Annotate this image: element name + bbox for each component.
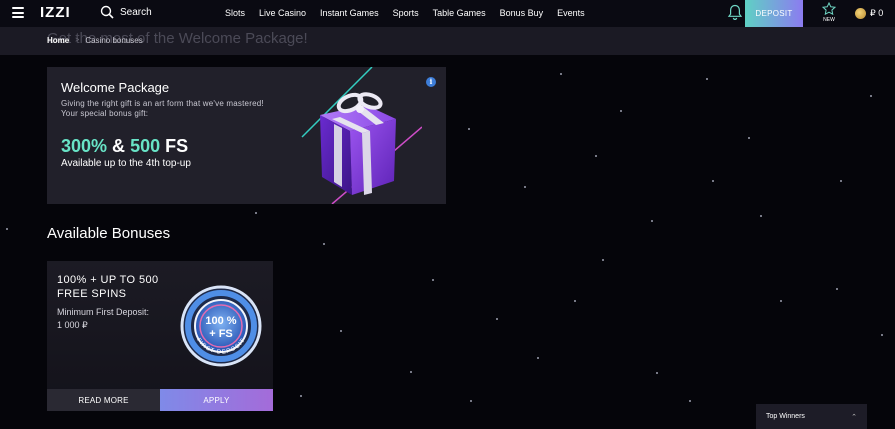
offer-fs: FS [160, 136, 189, 156]
star-dot [537, 357, 539, 359]
bonus-card-actions: READ MORE APPLY [47, 389, 273, 411]
breadcrumb-current: Casino bonuses [85, 36, 143, 45]
breadcrumb-home-link[interactable]: Home [47, 36, 69, 45]
coin-icon [855, 8, 866, 19]
bonus-min-deposit: Minimum First Deposit: 1 000 ₽ [57, 306, 177, 332]
nav-item-bonus-buy[interactable]: Bonus Buy [500, 8, 544, 18]
star-dot [468, 128, 470, 130]
site-logo[interactable]: IZZI [40, 4, 71, 21]
star-dot [651, 220, 653, 222]
welcome-description-line: Giving the right gift is an art form tha… [61, 99, 264, 108]
star-dot [595, 155, 597, 157]
star-dot [560, 73, 562, 75]
breadcrumb-separator: > [75, 37, 80, 44]
star-dot [340, 330, 342, 332]
main-nav: Slots Live Casino Instant Games Sports T… [225, 8, 599, 18]
star-dot [574, 300, 576, 302]
star-dot [689, 400, 691, 402]
badge-text-bottom: + FS [209, 328, 233, 340]
star-dot [410, 371, 412, 373]
offer-free-spins-count: 500 [130, 136, 161, 156]
offer-and: & [107, 136, 131, 156]
star-dot [840, 180, 842, 182]
nav-item-instant-games[interactable]: Instant Games [320, 8, 379, 18]
deposit-button[interactable]: DEPOSIT [745, 0, 803, 27]
available-bonuses-heading: Available Bonuses [47, 225, 171, 242]
badge-text-top: 100 % [205, 315, 236, 327]
new-label: NEW [823, 17, 835, 23]
chevron-up-icon: ⌃ [851, 413, 857, 421]
star-dot [712, 180, 714, 182]
star-dot [870, 95, 872, 97]
balance-value: ₽ 0 [870, 8, 884, 18]
star-dot [323, 243, 325, 245]
apply-button[interactable]: APPLY [160, 389, 273, 411]
gift-box-illustration [301, 67, 422, 204]
star-dot [881, 334, 883, 336]
read-more-button[interactable]: READ MORE [47, 389, 160, 411]
info-icon[interactable]: i [426, 77, 436, 87]
min-deposit-label: Minimum First Deposit: [57, 307, 150, 317]
bonus-card: 100% + UP TO 500 FREE SPINS Minimum Firs… [47, 261, 273, 411]
star-dot [6, 228, 8, 230]
search-icon [100, 5, 114, 19]
breadcrumb: Home > Casino bonuses [47, 36, 143, 45]
search-button[interactable]: Search [100, 5, 152, 19]
star-dot [620, 110, 622, 112]
bonus-card-title: 100% + UP TO 500 FREE SPINS [57, 274, 159, 300]
nav-item-sports[interactable]: Sports [393, 8, 419, 18]
welcome-availability: Available up to the 4th top-up [61, 158, 191, 169]
star-dot [780, 300, 782, 302]
top-winners-toggle[interactable]: Top Winners ⌃ [756, 404, 867, 429]
offer-percent: 300% [61, 136, 108, 156]
star-dot [524, 186, 526, 188]
search-label: Search [120, 6, 152, 18]
star-dot [602, 259, 604, 261]
min-deposit-value: 1 000 ₽ [57, 320, 88, 330]
welcome-offer-headline: 300% & 500 FS [61, 136, 188, 157]
menu-hamburger-icon[interactable] [12, 7, 24, 18]
top-header: IZZI Search Slots Live Casino Instant Ga… [0, 0, 895, 27]
new-games-button[interactable]: NEW [818, 2, 840, 23]
star-dot [656, 372, 658, 374]
welcome-description-line: Your special bonus gift: [61, 109, 149, 118]
star-dot [432, 279, 434, 281]
star-dot [836, 288, 838, 290]
balance-display[interactable]: ₽ 0 [855, 8, 883, 19]
star-dot [300, 395, 302, 397]
star-dot [255, 212, 257, 214]
top-winners-label: Top Winners [766, 413, 805, 420]
star-dot [470, 400, 472, 402]
bell-icon[interactable] [727, 4, 743, 21]
nav-item-events[interactable]: Events [557, 8, 585, 18]
nav-item-table-games[interactable]: Table Games [433, 8, 486, 18]
star-dot [748, 137, 750, 139]
nav-item-live-casino[interactable]: Live Casino [259, 8, 306, 18]
nav-item-slots[interactable]: Slots [225, 8, 245, 18]
star-dot [706, 78, 708, 80]
star-dot [496, 318, 498, 320]
first-deposit-badge: 100 % + FS FIRST DEPOSIT [180, 285, 262, 367]
star-icon [822, 2, 836, 16]
welcome-package-description: Giving the right gift is an art form tha… [61, 99, 271, 119]
welcome-package-title: Welcome Package [61, 80, 170, 95]
star-dot [760, 215, 762, 217]
welcome-package-card: Welcome Package Giving the right gift is… [47, 67, 446, 204]
